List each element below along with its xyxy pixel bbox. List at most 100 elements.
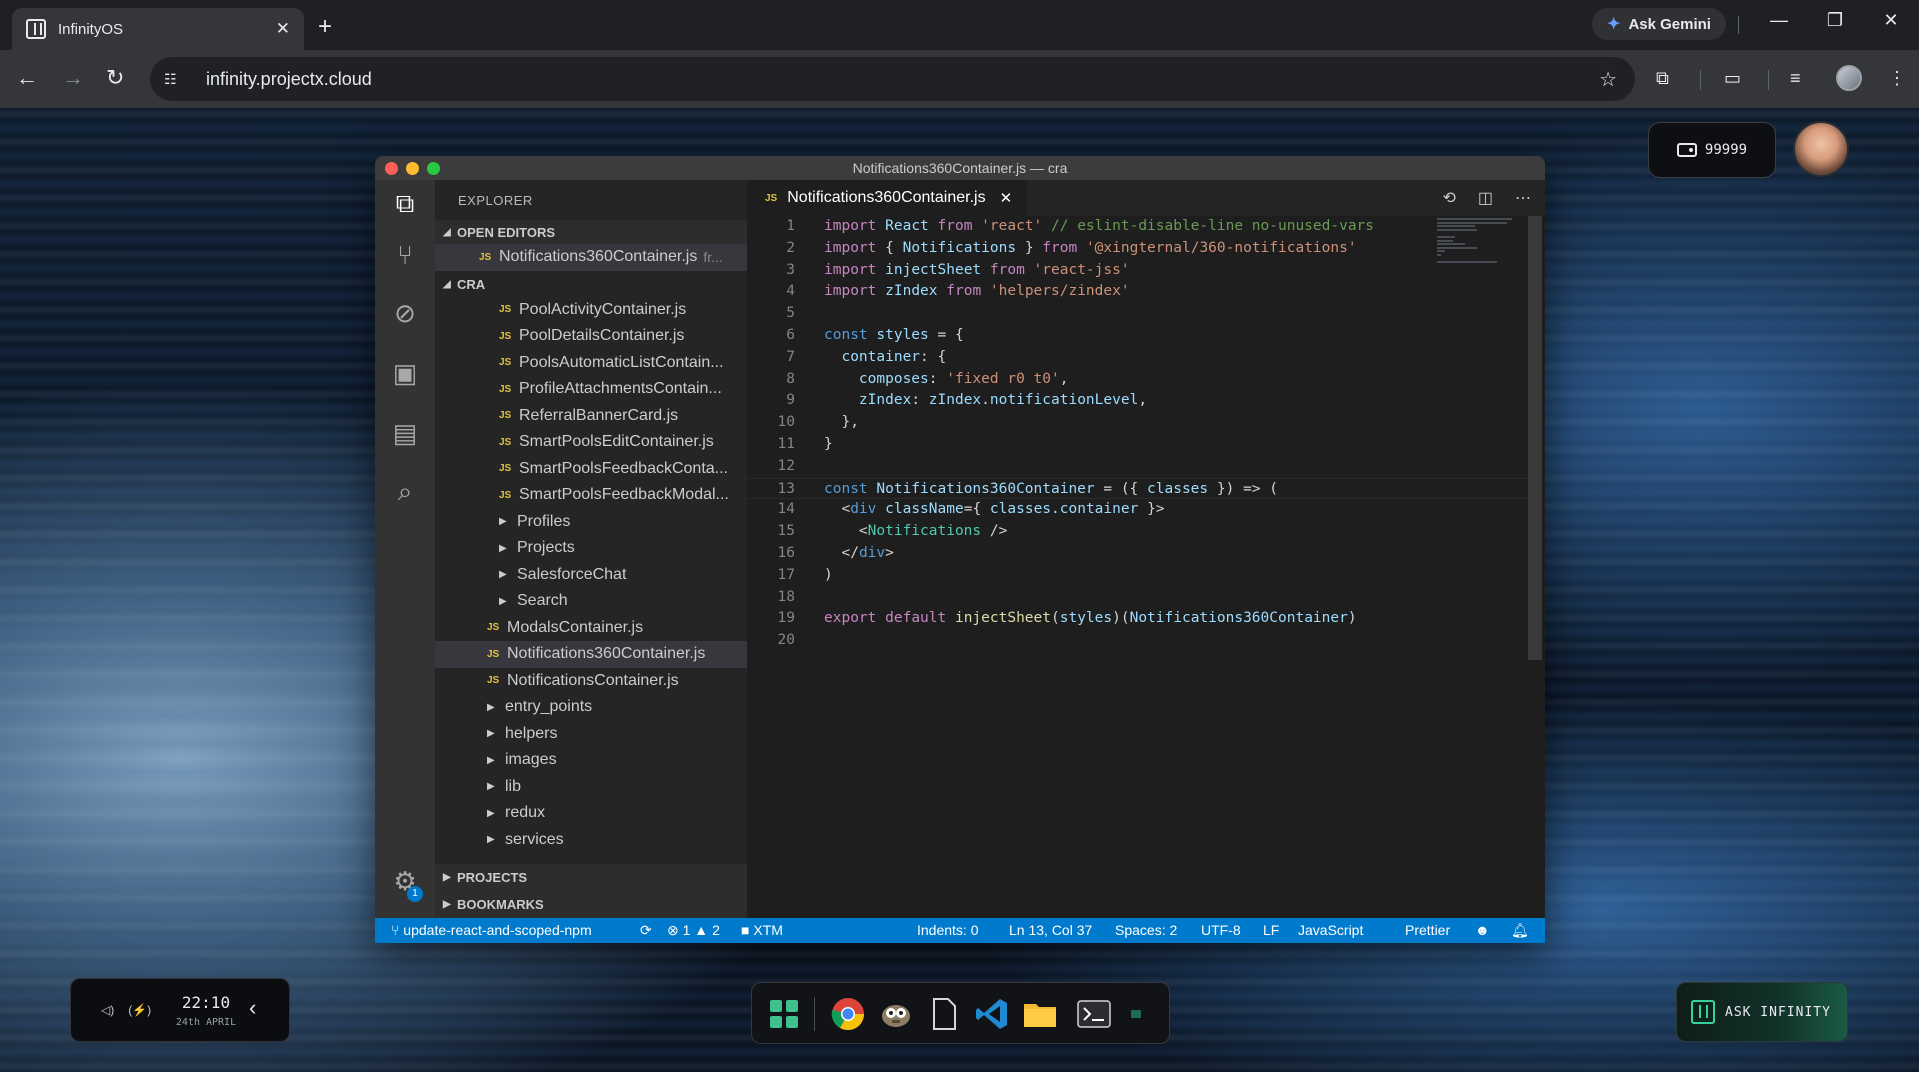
tree-folder[interactable]: ▶ Projects [435,535,747,562]
tree-file[interactable]: JS ModalsContainer.js [435,615,747,642]
tree-file[interactable]: JS PoolDetailsContainer.js [435,323,747,350]
close-window-icon[interactable]: ✕ [1881,10,1901,31]
tree-folder[interactable]: ▶ images [435,747,747,774]
source-control-icon[interactable]: ⑂ [390,240,420,270]
code-line[interactable]: 10 }, [747,412,1532,434]
media-control-icon[interactable]: ≡ [1790,68,1801,89]
volume-icon[interactable]: ◁) [101,1003,114,1017]
maximize-window-button[interactable] [427,162,440,175]
open-editor-item[interactable]: JS Notifications360Container.js fr... [435,244,747,271]
minimap[interactable] [1437,218,1512,268]
code-line[interactable]: 2 import { Notifications } from '@xingter… [747,238,1532,260]
wallet-widget[interactable]: 99999 [1648,122,1776,178]
tree-file[interactable]: JS SmartPoolsEditContainer.js [435,429,747,456]
tree-folder[interactable]: ▶ helpers [435,721,747,748]
workspace-folder[interactable]: ■ XTM [741,922,783,938]
app-grid-icon[interactable] [766,996,802,1032]
gimp-icon[interactable] [878,996,914,1032]
more-actions-icon[interactable]: ⋯ [1515,188,1531,208]
bookmarks-section[interactable]: ▶ BOOKMARKS [435,891,747,918]
spaces-status[interactable]: Spaces: 2 [1115,922,1177,938]
editor-tab[interactable]: JS Notifications360Container.js ✕ [747,180,1027,216]
tree-folder[interactable]: ▶ Profiles [435,509,747,536]
eol-status[interactable]: LF [1263,922,1279,938]
code-line[interactable]: 13 const Notifications360Container = ({ c… [747,477,1532,500]
back-icon[interactable]: ← [16,65,38,91]
close-tab-icon[interactable]: ✕ [1000,189,1013,207]
close-window-button[interactable] [385,162,398,175]
more-menu-icon[interactable]: ⋮ [1888,68,1906,89]
editor-scrollbar[interactable] [1528,216,1542,660]
clock-widget[interactable]: ◁) (⚡) 22:10 24th APRIL ‹ [70,978,290,1042]
browser-tab[interactable]: InfinityOS ✕ [12,8,304,50]
code-line[interactable]: 20 [747,630,1532,652]
user-avatar[interactable] [1793,121,1849,177]
minimize-icon[interactable]: — [1769,10,1789,31]
restore-icon[interactable]: ❐ [1825,10,1845,31]
tree-folder[interactable]: ▶ lib [435,774,747,801]
code-line[interactable]: 9 zIndex: zIndex.notificationLevel, [747,390,1532,412]
split-editor-icon[interactable]: ◫ [1478,188,1493,208]
code-line[interactable]: 17) [747,565,1532,587]
ask-gemini-button[interactable]: ✦ Ask Gemini [1592,8,1726,40]
text-file-icon[interactable] [926,996,962,1032]
tree-file[interactable]: JS SmartPoolsFeedbackModal... [435,482,747,509]
folder-icon[interactable] [1022,996,1058,1032]
tree-file[interactable]: JS PoolsAutomaticListContain... [435,350,747,377]
extensions-icon[interactable]: ▣ [390,358,420,388]
code-line[interactable]: 8 composes: 'fixed r0 t0', [747,369,1532,391]
code-line[interactable]: 4 import zIndex from 'helpers/zindex' [747,281,1532,303]
extensions-icon[interactable]: ⧉ [1656,68,1669,89]
encoding-status[interactable]: UTF-8 [1201,922,1241,938]
cra-section[interactable]: ◢ CRA [435,272,747,297]
open-editors-section[interactable]: ◢ OPEN EDITORS [435,220,747,244]
git-branch[interactable]: ⑂ update-react-and-scoped-npm [391,922,592,938]
sync-icon[interactable]: ⟳ [640,922,652,939]
reload-icon[interactable]: ↻ [106,65,124,91]
tree-file[interactable]: JS Notifications360Container.js [435,641,747,668]
new-tab-button[interactable]: + [318,13,332,41]
chevron-left-icon[interactable]: ‹ [249,995,256,1021]
tree-file[interactable]: JS ReferralBannerCard.js [435,403,747,430]
search-icon[interactable]: ⌕ [390,476,420,506]
formatter-status[interactable]: Prettier [1405,922,1450,938]
tab-search-icon[interactable]: ▭ [1724,68,1741,89]
chrome-icon[interactable] [830,996,866,1032]
feedback-smiley-icon[interactable]: ☻ [1475,922,1490,938]
code-line[interactable]: 3 import injectSheet from 'react-jss' [747,260,1532,282]
minimize-window-button[interactable] [406,162,419,175]
running-app-indicator-icon[interactable] [1126,996,1146,1032]
projects-section[interactable]: ▶ PROJECTS [435,864,747,891]
tree-file[interactable]: JS PoolActivityContainer.js [435,297,747,324]
terminal-icon[interactable] [1076,996,1112,1032]
language-mode[interactable]: JavaScript [1298,922,1363,938]
debug-icon[interactable]: ⊘ [390,298,420,328]
panel-icon[interactable]: ▤ [390,418,420,448]
explorer-icon[interactable]: ⧉ [390,188,420,218]
tree-file[interactable]: JS SmartPoolsFeedbackConta... [435,456,747,483]
tree-folder[interactable]: ▶ Search [435,588,747,615]
code-line[interactable]: 5 [747,303,1532,325]
ask-infinity-button[interactable]: ASK INFINITY [1676,982,1848,1042]
code-line[interactable]: 7 container: { [747,347,1532,369]
indents-status[interactable]: Indents: 0 [917,922,979,938]
site-info-icon[interactable]: ☷ [164,71,186,88]
tree-folder[interactable]: ▶ SalesforceChat [435,562,747,589]
code-line[interactable]: 19 export default injectSheet(styles)(Not… [747,608,1532,630]
problems-indicator[interactable]: ⊗ 1 ▲ 2 [667,922,720,939]
code-line[interactable]: 15 <Notifications /> [747,521,1532,543]
forward-icon[interactable]: → [62,65,84,91]
tree-file[interactable]: JS ProfileAttachmentsContain... [435,376,747,403]
code-line[interactable]: 1 import React from 'react' // eslint-dis… [747,216,1532,238]
notifications-bell-icon[interactable]: 🔔︎ [1511,922,1529,939]
code-line[interactable]: 18 [747,587,1532,609]
tree-folder[interactable]: ▶ services [435,827,747,854]
code-line[interactable]: 14 <div className={ classes.container }> [747,499,1532,521]
tree-folder[interactable]: ▶ entry_points [435,694,747,721]
code-editor[interactable]: 1 import React from 'react' // eslint-dis… [747,216,1532,918]
battery-icon[interactable]: (⚡) [128,1003,151,1017]
code-line[interactable]: 11} [747,434,1532,456]
code-line[interactable]: 6 const styles = { [747,325,1532,347]
code-line[interactable]: 16 </div> [747,543,1532,565]
bookmark-star-icon[interactable]: ☆ [1599,67,1617,92]
